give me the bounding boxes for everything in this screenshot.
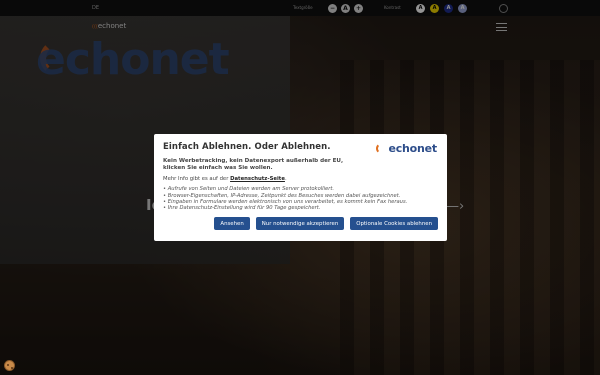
dialog-logo-text: echonet — [388, 142, 437, 155]
decline-optional-button[interactable]: Optionale Cookies ablehnen — [350, 217, 438, 230]
dialog-lead-line-1: Kein Werbetracking, kein Datenexport auß… — [163, 158, 344, 164]
dialog-lead-line-2: klicken Sie einfach was Sie wollen. — [163, 165, 273, 172]
cookie-consent-dialog: Einfach Ablehnen. Oder Ablehnen. echonet… — [154, 134, 447, 241]
brand-mark-icon — [376, 143, 387, 154]
cookie-settings-icon[interactable] — [4, 360, 15, 371]
dialog-button-row: Ansehen Nur notwendige akzeptieren Optio… — [214, 217, 438, 230]
dialog-bullet-list: Aufrufe von Seiten und Dateien werden am… — [163, 186, 438, 211]
dialog-lead: Kein Werbetracking, kein Datenexport auß… — [163, 158, 438, 172]
dialog-info: Mehr Info gibt es auf der Datenschutz-Se… — [163, 176, 438, 182]
view-button[interactable]: Ansehen — [214, 217, 250, 230]
privacy-page-link[interactable]: Datenschutz-Seite — [230, 176, 285, 182]
accept-necessary-button[interactable]: Nur notwendige akzeptieren — [255, 217, 345, 230]
dialog-info-suffix: . — [284, 176, 287, 183]
list-item: Ihre Datenschutz-Einstellung wird für 90… — [163, 205, 438, 211]
dialog-logo: echonet — [376, 142, 437, 155]
dialog-info-prefix: Mehr Info gibt es auf der — [163, 176, 231, 183]
